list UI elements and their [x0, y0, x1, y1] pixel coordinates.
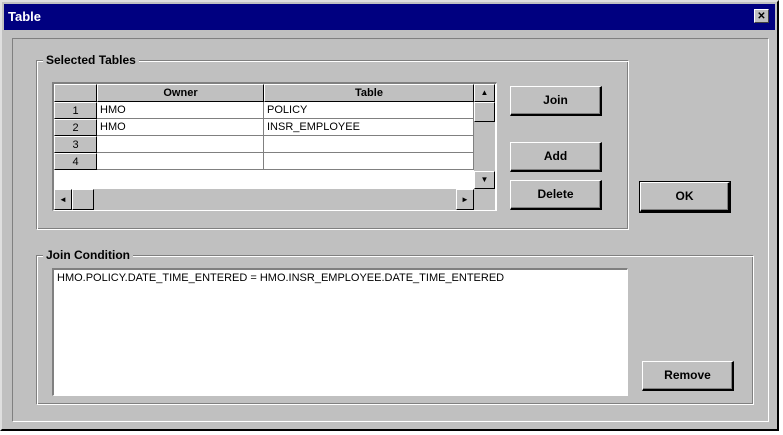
join-button-label: Join	[543, 93, 568, 107]
add-button-label: Add	[543, 149, 568, 163]
ok-button-label: OK	[675, 189, 694, 203]
add-button[interactable]: Add	[510, 142, 602, 172]
close-icon[interactable]: ✕	[754, 9, 769, 23]
table-dialog: Table ✕ Selected Tables Owner Table 1 HM…	[0, 0, 779, 431]
row-number[interactable]: 3	[54, 136, 97, 153]
owner-cell[interactable]: HMO	[97, 119, 264, 136]
table-cell[interactable]: INSR_EMPLOYEE	[264, 119, 474, 136]
selected-tables-label: Selected Tables	[43, 53, 139, 67]
ok-button[interactable]: OK	[639, 181, 731, 213]
horizontal-scrollbar[interactable]: ◄ ►	[54, 189, 474, 210]
delete-button-label: Delete	[537, 187, 574, 201]
column-header-owner[interactable]: Owner	[97, 84, 264, 102]
remove-button[interactable]: Remove	[642, 361, 734, 391]
vertical-scroll-thumb[interactable]	[474, 102, 495, 122]
owner-cell[interactable]	[97, 136, 264, 153]
row-number[interactable]: 1	[54, 102, 97, 119]
window-title: Table	[8, 9, 41, 24]
delete-button[interactable]: Delete	[510, 180, 602, 210]
scrollbar-corner	[474, 189, 495, 210]
scroll-right-icon[interactable]: ►	[456, 189, 474, 210]
scroll-down-icon[interactable]: ▼	[474, 171, 495, 189]
owner-cell[interactable]	[97, 153, 264, 170]
remove-button-label: Remove	[664, 368, 711, 382]
join-button[interactable]: Join	[510, 86, 602, 116]
grid-corner	[54, 84, 97, 102]
table-cell[interactable]	[264, 136, 474, 153]
join-condition-field[interactable]: HMO.POLICY.DATE_TIME_ENTERED = HMO.INSR_…	[52, 268, 628, 396]
owner-cell[interactable]: HMO	[97, 102, 264, 119]
scroll-up-icon[interactable]: ▲	[474, 84, 495, 102]
title-bar[interactable]: Table ✕	[4, 4, 775, 30]
table-cell[interactable]: POLICY	[264, 102, 474, 119]
vertical-scrollbar[interactable]: ▲ ▼	[474, 84, 495, 189]
horizontal-scroll-thumb[interactable]	[72, 189, 94, 210]
scroll-left-icon[interactable]: ◄	[54, 189, 72, 210]
join-condition-label: Join Condition	[43, 248, 133, 262]
column-header-table[interactable]: Table	[264, 84, 474, 102]
table-cell[interactable]	[264, 153, 474, 170]
row-number[interactable]: 4	[54, 153, 97, 170]
selected-tables-grid[interactable]: Owner Table 1 HMO POLICY 2 HMO INSR_EMPL…	[52, 82, 497, 211]
row-number[interactable]: 2	[54, 119, 97, 136]
